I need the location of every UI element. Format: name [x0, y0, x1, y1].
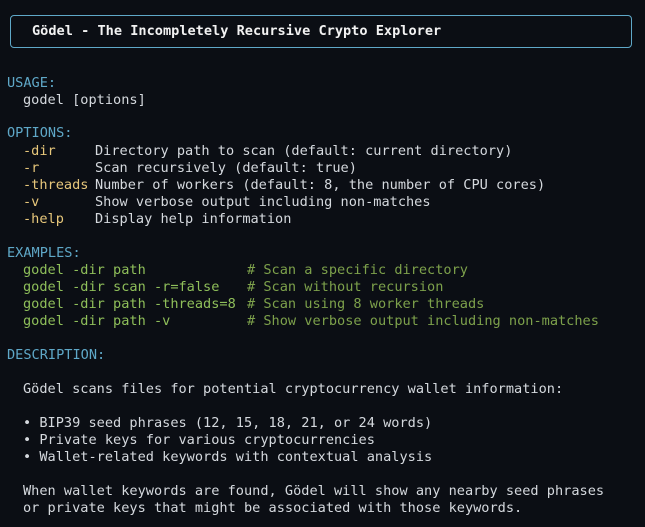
description-bullet-text: • Private keys for various cryptocurrenc… — [23, 432, 375, 448]
option-row: -dir Directory path to scan (default: cur… — [7, 143, 512, 160]
example-row: godel -dir path -v # Show verbose output … — [7, 313, 599, 330]
option-description: Show verbose output including non-matche… — [95, 194, 431, 210]
example-comment: # Show verbose output including non-matc… — [247, 313, 599, 329]
example-row: godel -dir scan -r=false # Scan without r… — [7, 279, 443, 296]
description-bullet-text: • Wallet-related keywords with contextua… — [23, 449, 433, 465]
description-outro: When wallet keywords are found, Gödel wi… — [7, 483, 604, 500]
option-row: -v Show verbose output including non-matc… — [7, 194, 431, 211]
example-row: godel -dir path -threads=8 # Scan using 8… — [7, 296, 484, 313]
example-comment: # Scan without recursion — [247, 279, 444, 295]
example-command: godel -dir path — [23, 262, 146, 278]
option-row: -r Scan recursively (default: true) — [7, 160, 357, 177]
option-flag: -help — [23, 211, 64, 227]
option-flag: -threads — [23, 177, 89, 193]
description-intro-text: Gödel scans files for potential cryptocu… — [23, 381, 564, 397]
usage-command: godel [options] — [7, 92, 146, 109]
example-comment: # Scan a specific directory — [247, 262, 468, 278]
option-row: -threads Number of workers (default: 8, t… — [7, 177, 545, 194]
description-bullet-text: • BIP39 seed phrases (12, 15, 18, 21, or… — [23, 415, 433, 431]
description-outro-text: When wallet keywords are found, Gödel wi… — [23, 483, 605, 499]
option-description: Number of workers (default: 8, the numbe… — [95, 177, 546, 193]
example-command: godel -dir path -v — [23, 313, 171, 329]
usage-heading: USAGE: — [7, 75, 57, 91]
title-banner: Gödel - The Incompletely Recursive Crypt… — [10, 15, 632, 48]
option-description: Scan recursively (default: true) — [95, 160, 357, 176]
options-heading: OPTIONS: — [7, 125, 73, 141]
description-intro: Gödel scans files for potential cryptocu… — [7, 381, 563, 398]
option-flag: -dir — [23, 143, 56, 159]
option-description: Display help information — [95, 211, 292, 227]
description-bullet: • Wallet-related keywords with contextua… — [7, 449, 432, 466]
example-row: godel -dir path # Scan a specific directo… — [7, 262, 468, 279]
banner-title: Gödel - The Incompletely Recursive Crypt… — [32, 23, 442, 39]
description-bullet: • BIP39 seed phrases (12, 15, 18, 21, or… — [7, 415, 432, 432]
description-heading: DESCRIPTION: — [7, 347, 106, 363]
option-flag: -v — [23, 194, 40, 210]
example-command: godel -dir scan -r=false — [23, 279, 220, 295]
usage-command-text: godel [options] — [23, 92, 146, 108]
examples-heading: EXAMPLES: — [7, 245, 81, 261]
description-bullet: • Private keys for various cryptocurrenc… — [7, 432, 375, 449]
description-outro-text: or private keys that might be associated… — [23, 500, 523, 516]
example-command: godel -dir path -threads=8 — [23, 296, 236, 312]
option-row: -help Display help information — [7, 211, 291, 228]
option-description: Directory path to scan (default: current… — [95, 143, 513, 159]
example-comment: # Scan using 8 worker threads — [247, 296, 485, 312]
description-outro: or private keys that might be associated… — [7, 500, 522, 517]
option-flag: -r — [23, 160, 40, 176]
